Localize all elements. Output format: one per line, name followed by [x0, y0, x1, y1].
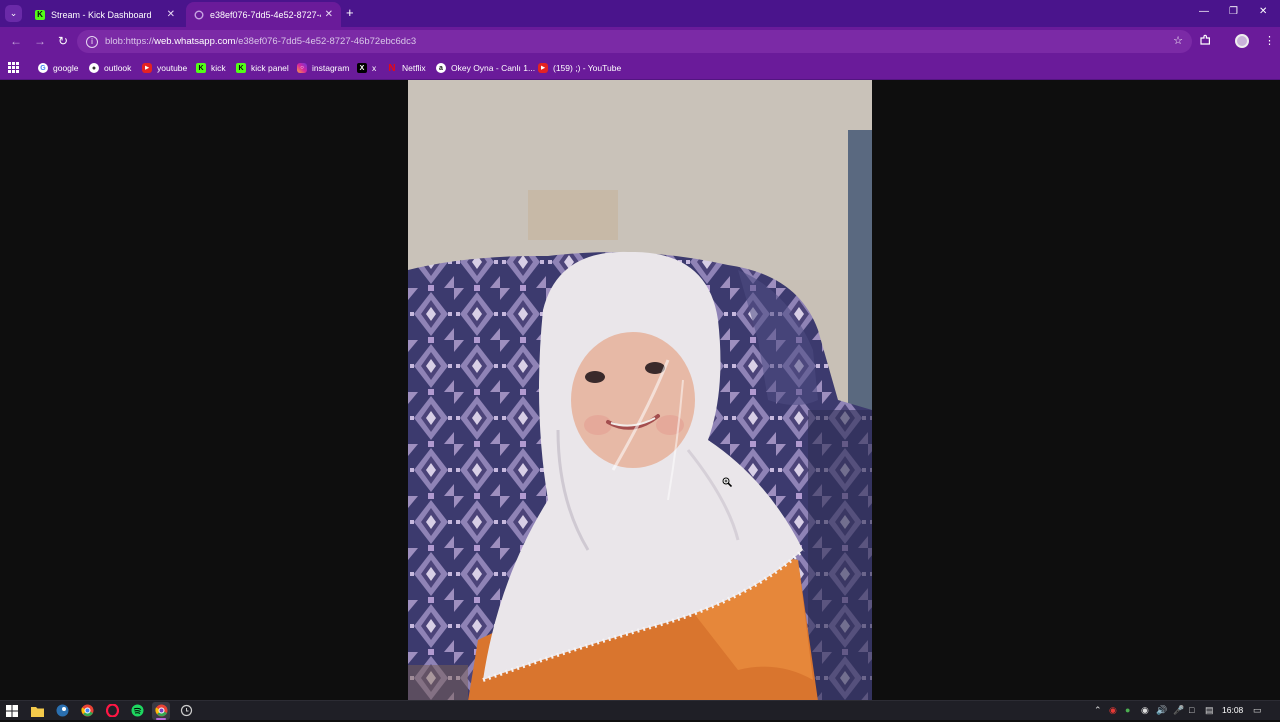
- zoom-cursor-icon: [722, 474, 733, 492]
- loading-icon: [194, 10, 204, 20]
- url-text: blob:https://web.whatsapp.com/e38ef076-7…: [105, 36, 416, 47]
- x-icon: X: [357, 63, 367, 73]
- tab-search-button[interactable]: ⌄: [5, 5, 22, 22]
- chrome-icon[interactable]: [81, 704, 94, 717]
- apps-grid-icon[interactable]: [8, 62, 19, 73]
- photo-illustration: [408, 80, 872, 701]
- url-host: web.whatsapp.com: [154, 36, 236, 47]
- reload-icon[interactable]: ↻: [58, 34, 68, 48]
- display-icon[interactable]: □: [1189, 705, 1194, 715]
- tab-strip: ⌄ K Stream - Kick Dashboard ✕ e38ef076-7…: [0, 0, 1280, 27]
- new-tab-button[interactable]: +: [346, 6, 354, 20]
- minimize-icon[interactable]: —: [1199, 6, 1209, 17]
- close-icon[interactable]: ✕: [325, 9, 333, 20]
- bookmark-star-icon[interactable]: ☆: [1173, 34, 1183, 47]
- bookmark-x[interactable]: X x: [357, 61, 376, 75]
- kick-icon: K: [35, 9, 45, 20]
- kick-icon: K: [196, 63, 206, 73]
- file-explorer-icon[interactable]: [31, 704, 44, 717]
- clock-app-icon[interactable]: [180, 704, 193, 717]
- close-window-icon[interactable]: ✕: [1259, 6, 1267, 17]
- network-icon[interactable]: ▤: [1205, 705, 1214, 716]
- tab-title: e38ef076-7dd5-4e52-8727-46b: [210, 9, 321, 20]
- bookmark-label: outlook: [104, 63, 132, 73]
- bookmark-outlook[interactable]: ● outlook: [89, 61, 131, 75]
- tray-app-icon[interactable]: ◉: [1109, 705, 1117, 716]
- spotify-icon[interactable]: [131, 704, 144, 717]
- steam-icon[interactable]: [56, 704, 69, 717]
- menu-kebab-icon[interactable]: ⋮: [1264, 34, 1275, 47]
- google-icon: G: [38, 63, 48, 73]
- url-path: /e38ef076-7dd5-4e52-8727-46b72ebc6dc3: [235, 36, 417, 47]
- chevron-up-icon[interactable]: ⌃: [1094, 705, 1102, 716]
- bookmark-label: kick: [211, 63, 226, 73]
- image-viewer: [0, 80, 1280, 701]
- bookmark-youtube[interactable]: ▶ youtube: [142, 61, 187, 75]
- windows-start-icon[interactable]: [6, 704, 19, 717]
- bookmark-label: Netflix: [402, 63, 426, 73]
- bookmark-instagram[interactable]: ○ instagram: [297, 61, 349, 75]
- bookmark-label: instagram: [312, 63, 350, 73]
- restore-icon[interactable]: ❐: [1229, 6, 1238, 17]
- bookmark-youtube-159[interactable]: ▶ (159) ;) - YouTube: [538, 61, 621, 75]
- bookmark-label: x: [372, 63, 377, 73]
- tab-title: Stream - Kick Dashboard: [51, 9, 152, 20]
- extensions-icon[interactable]: [1200, 34, 1211, 48]
- bookmark-label: youtube: [157, 63, 188, 73]
- volume-icon[interactable]: 🔊: [1156, 705, 1167, 716]
- youtube-icon: ▶: [142, 63, 152, 73]
- kick-icon: K: [236, 63, 246, 73]
- outlook-icon: ●: [89, 63, 99, 73]
- tab-kick-dashboard[interactable]: K Stream - Kick Dashboard ✕: [27, 2, 183, 27]
- address-bar[interactable]: i blob:https://web.whatsapp.com/e38ef076…: [77, 30, 1192, 53]
- instagram-icon: ○: [297, 63, 307, 73]
- bookmarks-bar: G google ● outlook ▶ youtube K kick K ki…: [0, 56, 1280, 80]
- opera-gx-icon[interactable]: [105, 703, 120, 718]
- tab-whatsapp-blob[interactable]: e38ef076-7dd5-4e52-8727-46b ✕: [186, 2, 341, 27]
- displayed-photo[interactable]: [408, 80, 872, 701]
- okey-icon: a: [436, 63, 446, 73]
- bookmark-kick[interactable]: K kick: [196, 61, 226, 75]
- bookmark-label: google: [53, 63, 79, 73]
- microphone-icon[interactable]: 🎤: [1173, 705, 1184, 716]
- windows-taskbar: ⌃ ◉ ● ◉ 🔊 🎤 □ ▤ 16:08 ▭: [0, 700, 1280, 720]
- bookmark-label: kick panel: [251, 63, 289, 73]
- back-icon[interactable]: ←: [10, 34, 22, 48]
- taskbar-clock[interactable]: 16:08: [1222, 705, 1243, 715]
- url-scheme: blob:https://: [105, 36, 155, 47]
- close-icon[interactable]: ✕: [167, 9, 175, 20]
- chrome-purple-icon[interactable]: [155, 704, 168, 717]
- tray-shield-icon[interactable]: ●: [1125, 705, 1130, 715]
- bookmark-label: Okey Oyna - Canlı 1...: [451, 63, 536, 73]
- steam-tray-icon[interactable]: ◉: [1141, 705, 1149, 716]
- site-info-icon[interactable]: i: [86, 35, 98, 48]
- chevron-down-icon: ⌄: [9, 8, 18, 18]
- bookmark-google[interactable]: G google: [38, 61, 79, 75]
- browser-toolbar: ← → ↻ i blob:https://web.whatsapp.com/e3…: [0, 27, 1280, 56]
- bookmark-label: (159) ;) - YouTube: [553, 63, 622, 73]
- netflix-icon: N: [388, 62, 396, 74]
- forward-icon[interactable]: →: [34, 34, 46, 48]
- youtube-icon: ▶: [538, 63, 548, 73]
- bookmark-netflix[interactable]: N Netflix: [387, 61, 426, 75]
- profile-avatar[interactable]: [1235, 34, 1249, 48]
- bookmark-kick-panel[interactable]: K kick panel: [236, 61, 289, 75]
- notifications-icon[interactable]: ▭: [1253, 705, 1262, 716]
- bookmark-okey-oyna[interactable]: a Okey Oyna - Canlı 1...: [436, 61, 535, 75]
